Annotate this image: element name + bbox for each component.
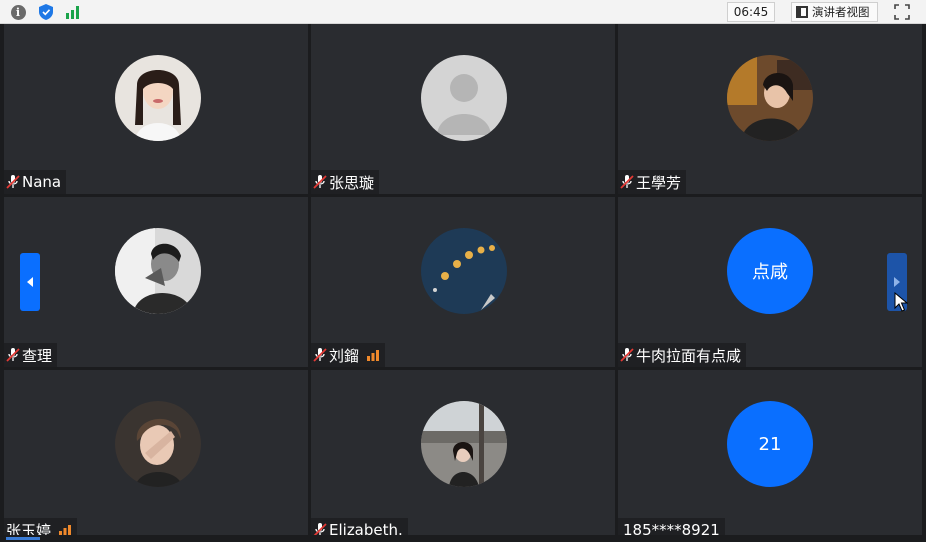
mic-muted-icon	[6, 175, 20, 189]
meeting-timer: 06:45	[727, 2, 775, 22]
participant-name: Nana	[22, 173, 62, 191]
initials-avatar: 21	[727, 401, 813, 487]
participant-tile[interactable]: 张思璇	[311, 24, 615, 194]
top-toolbar: i 06:45 演讲者视图	[0, 0, 926, 24]
mic-muted-icon	[620, 348, 634, 362]
participant-name: 牛肉拉面有点咸	[636, 346, 742, 365]
mic-muted-icon	[6, 348, 20, 362]
avatar	[115, 55, 201, 141]
name-tag: 查理	[4, 343, 58, 367]
horizontal-scrollbar[interactable]	[0, 535, 926, 542]
shield-icon[interactable]	[37, 3, 55, 21]
mouse-cursor-icon	[894, 292, 908, 312]
participant-tile[interactable]: 张玉婷	[4, 370, 308, 542]
participant-tile[interactable]: 21 185****8921	[618, 370, 922, 542]
fullscreen-icon[interactable]	[892, 3, 912, 21]
presenter-view-icon	[796, 6, 808, 18]
participant-tile[interactable]: 查理	[4, 197, 308, 367]
name-tag: 王學芳	[618, 170, 687, 194]
prev-page-button[interactable]	[20, 253, 40, 311]
presenter-view-button[interactable]: 演讲者视图	[791, 2, 878, 22]
mic-muted-icon	[620, 175, 634, 189]
initials-avatar: 点咸	[727, 228, 813, 314]
presenter-view-label: 演讲者视图	[812, 5, 870, 19]
participant-name: 刘鎦	[329, 346, 360, 365]
participant-name: 张思璇	[329, 173, 375, 192]
avatar	[727, 55, 813, 141]
name-tag: 张思璇	[311, 170, 380, 194]
avatar	[115, 228, 201, 314]
participant-tile[interactable]: Nana	[4, 24, 308, 194]
participant-name: 王學芳	[636, 173, 682, 192]
name-tag: 刘鎦	[311, 343, 386, 367]
participant-tile[interactable]: 点咸 牛肉拉面有点咸	[618, 197, 922, 367]
mic-muted-icon	[313, 175, 327, 189]
name-tag: 牛肉拉面有点咸	[618, 343, 747, 367]
info-icon[interactable]: i	[9, 3, 27, 21]
mic-muted-icon	[313, 348, 327, 362]
name-tag: Nana	[4, 170, 67, 194]
default-avatar-icon	[421, 55, 507, 141]
avatar	[421, 228, 507, 314]
avatar	[421, 401, 507, 487]
participant-tile[interactable]: Elizabeth.	[311, 370, 615, 542]
participant-tile[interactable]: 刘鎦	[311, 197, 615, 367]
signal-icon[interactable]	[64, 3, 82, 21]
speaking-signal-icon	[367, 350, 380, 361]
chevron-right-icon	[894, 277, 900, 287]
scrollbar-thumb[interactable]	[6, 537, 40, 540]
video-grid: Nana 张思璇 王學芳 查理 刘鎦 点咸 牛肉拉面有点咸 张玉婷 Elizab…	[4, 24, 922, 542]
participant-tile[interactable]: 王學芳	[618, 24, 922, 194]
avatar	[115, 401, 201, 487]
chevron-left-icon	[27, 277, 33, 287]
participant-name: 查理	[22, 346, 53, 365]
